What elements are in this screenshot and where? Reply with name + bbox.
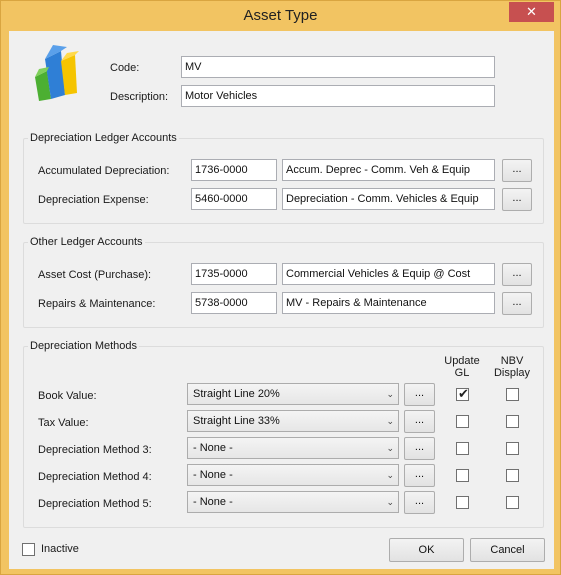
tax-value-nbv-display-checkbox[interactable] xyxy=(506,415,519,428)
description-label: Description: xyxy=(110,91,169,103)
other-ledger-group xyxy=(23,242,544,328)
depreciation-method-3-value: - None - xyxy=(193,442,233,454)
depreciation-expense-code-field[interactable]: 5460-0000 xyxy=(191,188,277,210)
depreciation-method-4-value: - None - xyxy=(193,469,233,481)
depreciation-methods-title: Depreciation Methods xyxy=(28,340,140,352)
depreciation-method-5-update-gl-checkbox[interactable] xyxy=(456,496,469,509)
depreciation-method-3-button[interactable]: ... xyxy=(404,437,435,460)
chevron-down-icon: ⌄ xyxy=(386,416,394,426)
window-title: Asset Type xyxy=(243,7,318,24)
asset-type-window: Asset Type ✕ Code: MV Description: Motor… xyxy=(0,0,561,575)
depreciation-method-5-nbv-display-checkbox[interactable] xyxy=(506,496,519,509)
book-value-nbv-display-checkbox[interactable] xyxy=(506,388,519,401)
inactive-checkbox[interactable] xyxy=(22,543,35,556)
inactive-label: Inactive xyxy=(41,543,79,555)
chevron-down-icon: ⌄ xyxy=(386,389,394,399)
chevron-down-icon: ⌄ xyxy=(386,470,394,480)
depreciation-method-4-select[interactable]: - None - ⌄ xyxy=(187,464,399,486)
depreciation-method-5-value: - None - xyxy=(193,496,233,508)
repairs-maintenance-label: Repairs & Maintenance: xyxy=(38,298,156,310)
check-icon: ✔ xyxy=(458,386,469,401)
depreciation-method-5-select[interactable]: - None - ⌄ xyxy=(187,491,399,513)
accumulated-depreciation-label: Accumulated Depreciation: xyxy=(38,165,170,177)
depreciation-method-3-update-gl-checkbox[interactable] xyxy=(456,442,469,455)
book-value-method-select[interactable]: Straight Line 20% ⌄ xyxy=(187,383,399,405)
depreciation-expense-label: Depreciation Expense: xyxy=(38,194,149,206)
depreciation-method-5-label: Depreciation Method 5: xyxy=(38,498,152,510)
asset-cost-lookup-button[interactable]: ... xyxy=(502,263,532,286)
asset-cost-label: Asset Cost (Purchase): xyxy=(38,269,152,281)
asset-cost-code-field[interactable]: 1735-0000 xyxy=(191,263,277,285)
depreciation-expense-name-field[interactable]: Depreciation - Comm. Vehicles & Equip xyxy=(282,188,495,210)
repairs-maintenance-code-field[interactable]: 5738-0000 xyxy=(191,292,277,314)
accumulated-depreciation-code-field[interactable]: 1736-0000 xyxy=(191,159,277,181)
depreciation-ledger-title: Depreciation Ledger Accounts xyxy=(28,132,179,144)
depreciation-method-5-button[interactable]: ... xyxy=(404,491,435,514)
depreciation-method-3-nbv-display-checkbox[interactable] xyxy=(506,442,519,455)
other-ledger-title: Other Ledger Accounts xyxy=(28,236,145,248)
nbv-display-header: NBV Display xyxy=(493,355,531,379)
bar-chart-logo-icon xyxy=(35,45,79,101)
tax-value-method-value: Straight Line 33% xyxy=(193,415,280,427)
chevron-down-icon: ⌄ xyxy=(386,497,394,507)
chevron-down-icon: ⌄ xyxy=(386,443,394,453)
accumulated-depreciation-name-field[interactable]: Accum. Deprec - Comm. Veh & Equip xyxy=(282,159,495,181)
tax-value-method-button[interactable]: ... xyxy=(404,410,435,433)
cancel-button[interactable]: Cancel xyxy=(470,538,545,562)
book-value-update-gl-checkbox[interactable]: ✔ xyxy=(456,386,469,401)
update-gl-header: Update GL xyxy=(444,355,480,379)
description-field[interactable]: Motor Vehicles xyxy=(181,85,495,107)
close-button[interactable]: ✕ xyxy=(509,2,554,22)
asset-cost-name-field[interactable]: Commercial Vehicles & Equip @ Cost xyxy=(282,263,495,285)
tax-value-label: Tax Value: xyxy=(38,417,89,429)
ok-button[interactable]: OK xyxy=(389,538,464,562)
tax-value-method-select[interactable]: Straight Line 33% ⌄ xyxy=(187,410,399,432)
depreciation-method-3-label: Depreciation Method 3: xyxy=(38,444,152,456)
book-value-method-value: Straight Line 20% xyxy=(193,388,280,400)
depreciation-method-3-select[interactable]: - None - ⌄ xyxy=(187,437,399,459)
book-value-label: Book Value: xyxy=(38,390,97,402)
repairs-maintenance-name-field[interactable]: MV - Repairs & Maintenance xyxy=(282,292,495,314)
code-field[interactable]: MV xyxy=(181,56,495,78)
depreciation-method-4-button[interactable]: ... xyxy=(404,464,435,487)
depreciation-method-4-update-gl-checkbox[interactable] xyxy=(456,469,469,482)
repairs-maintenance-lookup-button[interactable]: ... xyxy=(502,292,532,315)
title-bar: Asset Type ✕ xyxy=(1,1,560,31)
depreciation-method-4-nbv-display-checkbox[interactable] xyxy=(506,469,519,482)
book-value-method-button[interactable]: ... xyxy=(404,383,435,406)
code-label: Code: xyxy=(110,62,140,74)
accumulated-depreciation-lookup-button[interactable]: ... xyxy=(502,159,532,182)
dialog-body: Code: MV Description: Motor Vehicles Dep… xyxy=(9,31,554,569)
depreciation-method-4-label: Depreciation Method 4: xyxy=(38,471,152,483)
close-icon: ✕ xyxy=(526,4,537,19)
depreciation-ledger-group xyxy=(23,138,544,224)
tax-value-update-gl-checkbox[interactable] xyxy=(456,415,469,428)
depreciation-expense-lookup-button[interactable]: ... xyxy=(502,188,532,211)
